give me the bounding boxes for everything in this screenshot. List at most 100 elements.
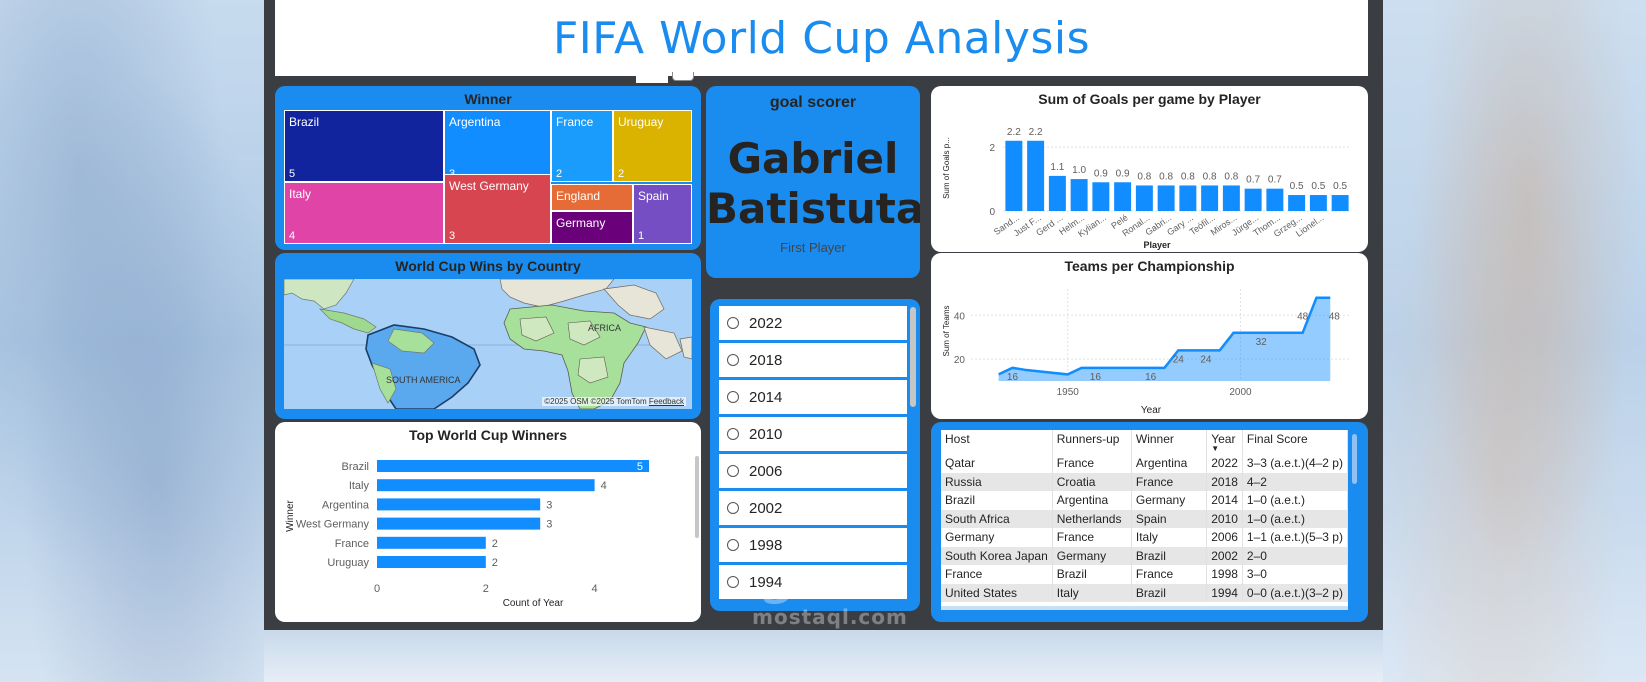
table-cell: Argentina [1131,454,1208,473]
column-header-runners-up[interactable]: Runners-up [1052,430,1132,454]
slicer-item-1998[interactable]: 1998 [719,528,907,562]
table-row[interactable]: Germany France Italy 2006 1–1 (a.e.t.)(5–3 p… [941,528,1348,547]
slicer-item-2010[interactable]: 2010 [719,417,907,451]
slicer-item-2022[interactable]: 2022 [719,306,907,340]
column-header-winner[interactable]: Winner [1131,430,1208,454]
table-cell: 1–0 (a.e.t.) [1242,509,1348,528]
treemap-cell-west-germany[interactable]: West Germany 3 [444,174,551,244]
radio-button-icon[interactable] [727,502,739,514]
treemap-cell-uruguay[interactable]: Uruguay 2 [613,110,692,182]
data-label: 16 [1090,372,1102,383]
table-cell: South Korea Japan [941,546,1053,565]
table-row[interactable]: Russia Croatia France 2018 4–2 [941,472,1348,491]
radio-button-icon[interactable] [727,539,739,551]
x-tick-label: 0 [374,583,380,595]
table-cell: 2022 [1206,454,1243,473]
table-cell: Croatia [1052,472,1132,491]
table-cell: 1–1 (a.e.t.)(5–3 p) [1242,528,1348,547]
table-cell: Brazil [1131,583,1208,602]
goals-per-game-chart-panel: Sum of Goals per game by Player 0 2 2.2 2.2… [931,86,1368,252]
map-title: World Cup Wins by Country [395,258,581,274]
host-table-scrollbar[interactable] [1352,434,1357,484]
table-row[interactable]: Qatar France Argentina 2022 3–3 (a.e.t.)(4–2… [941,454,1348,473]
bar [1244,188,1262,211]
goal-scorer-last-name: Batistuta [706,184,920,233]
host-table-hscrollbar[interactable] [941,606,1348,610]
slicer-item-2006[interactable]: 2006 [719,454,907,488]
treemap-cell-count: 1 [638,230,645,242]
host-table-panel: Host Runners-up Winner Year ▼ Final Score Qat… [931,422,1368,622]
bar [1157,185,1175,211]
data-label: 0.7 [1268,175,1282,186]
bar [1048,175,1066,211]
year-slicer-list: 2022 2018 2014 2010 2006 2002 1998 1994 [719,306,907,602]
table-cell: 2006 [1206,528,1243,547]
table-row[interactable]: France Brazil France 1998 3–0 [941,565,1348,584]
sort-descending-icon[interactable]: ▼ [1211,445,1238,453]
column-header-label: Winner [1135,432,1174,446]
data-label: 32 [1256,337,1268,348]
radio-button-icon[interactable] [727,465,739,477]
y-axis-label: Sum of Goals p... [942,137,951,199]
slicer-item-label: 2002 [749,499,783,517]
year-slicer-scrollbar[interactable] [910,307,916,407]
data-label: 1.0 [1072,165,1086,176]
table-cell: France [1052,528,1132,547]
radio-button-icon[interactable] [727,428,739,440]
table-cell: 2018 [1206,472,1243,491]
column-header-host[interactable]: Host [941,430,1053,454]
x-tick-label: 2000 [1229,387,1252,398]
goal-scorer-label: goal scorer [769,94,857,111]
table-row[interactable]: Brazil Argentina Germany 2014 1–0 (a.e.t.) [941,491,1348,510]
table-cell: Germany [941,528,1053,547]
radio-button-icon[interactable] [727,354,739,366]
table-row[interactable]: South Africa Netherlands Spain 2010 1–0 (a.e… [941,509,1348,528]
radio-button-icon[interactable] [727,317,739,329]
winner-treemap-title: Winner [464,91,512,107]
data-label: 0.9 [1116,168,1130,179]
x-tick-label: 2 [483,583,489,595]
visual-options-icon[interactable] [672,72,694,81]
radio-button-icon[interactable] [727,391,739,403]
column-header-year[interactable]: Year ▼ [1206,430,1243,454]
goal-scorer-first-name: Gabriel [727,134,899,183]
table-cell: 0–0 (a.e.t.)(3–2 p) [1242,583,1348,602]
slicer-item-2002[interactable]: 2002 [719,491,907,525]
treemap-cell-brazil[interactable]: Brazil 5 [284,110,444,182]
bar-west-germany [377,517,541,530]
treemap-cell-england[interactable]: England [551,184,633,211]
slicer-item-2014[interactable]: 2014 [719,380,907,414]
world-map[interactable]: SOUTH AMERICA AFRICA ©2025 OSM ©2025 Tom… [284,279,692,409]
bar [1309,195,1327,211]
treemap-cell-france[interactable]: France 2 [551,110,613,182]
goals-per-game-chart-title: Sum of Goals per game by Player [1038,91,1261,107]
data-label: 0.8 [1137,171,1151,182]
treemap-cell-germany[interactable]: Germany [551,211,633,244]
slicer-item-label: 2022 [749,314,783,332]
slicer-item-label: 2006 [749,462,783,480]
table-row[interactable]: United States Italy Brazil 1994 0–0 (a.e.t.)… [941,583,1348,602]
bar-argentina [377,498,541,511]
chart-scrollbar[interactable] [695,456,699,538]
table-row[interactable]: South Korea Japan Germany Brazil 2002 2–0 [941,546,1348,565]
map-credit-tomtom: ©2025 TomTom [590,397,647,406]
treemap-cell-argentina[interactable]: Argentina3 [444,110,551,182]
treemap-cell-spain[interactable]: Spain 1 [633,184,692,244]
map-feedback-link[interactable]: Feedback [649,397,684,406]
host-table-header: Host Runners-up Winner Year ▼ Final Score [941,430,1348,454]
table-cell: 2010 [1206,509,1243,528]
table-cell: 2002 [1206,546,1243,565]
table-cell: Argentina [1052,491,1132,510]
y-tick-label: France [335,538,369,550]
table-cell: Spain [1131,509,1208,528]
table-cell: France [1052,454,1132,473]
column-header-final-score[interactable]: Final Score [1242,430,1348,454]
top-winners-chart-panel: Top World Cup Winners Brazil 5 Italy 4 Argen… [275,422,701,622]
treemap-cell-count: 2 [556,168,563,180]
data-label: 24 [1200,354,1212,365]
table-cell: Brazil [1052,565,1132,584]
data-label: 1.1 [1050,162,1064,173]
treemap-cell-italy[interactable]: Italy 4 [284,182,444,244]
slicer-item-2018[interactable]: 2018 [719,343,907,377]
treemap-cell-label: France [556,115,594,129]
